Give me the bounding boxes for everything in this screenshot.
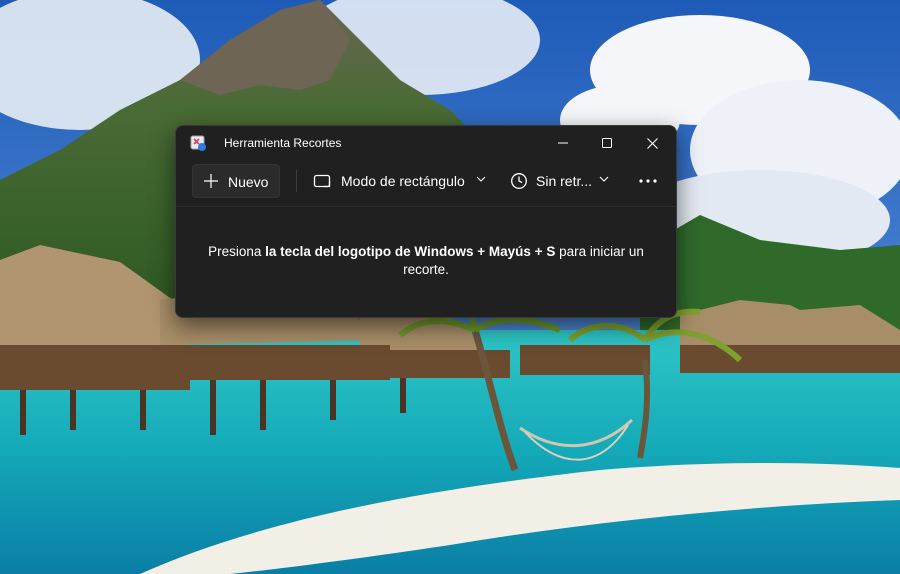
hint-prefix: Presiona — [208, 244, 266, 259]
snipping-tool-icon — [190, 135, 206, 151]
new-snip-button[interactable]: Nuevo — [192, 164, 280, 198]
toolbar: Nuevo Modo de rectángulo Sin retr... — [176, 160, 676, 206]
snip-mode-dropdown[interactable]: Modo de rectángulo — [313, 164, 493, 198]
toolbar-separator — [296, 170, 297, 192]
hint-shortcut: la tecla del logotipo de Windows + Mayús… — [265, 244, 556, 259]
rectangle-mode-icon — [313, 174, 331, 188]
content-area: Presiona la tecla del logotipo de Window… — [176, 207, 676, 317]
snipping-tool-window: Herramienta Recortes Nuevo Modo de rectá… — [175, 125, 677, 318]
title-bar[interactable]: Herramienta Recortes — [176, 126, 676, 160]
delay-label: Sin retr... — [536, 173, 593, 189]
more-options-button[interactable] — [634, 169, 662, 193]
window-title: Herramienta Recortes — [224, 136, 342, 150]
chevron-down-icon — [599, 176, 609, 182]
clock-icon — [511, 173, 527, 189]
close-icon — [646, 137, 658, 149]
minimize-icon — [558, 142, 568, 144]
close-button[interactable] — [629, 126, 675, 160]
new-snip-label: Nuevo — [228, 174, 269, 190]
desktop: Herramienta Recortes Nuevo Modo de rectá… — [0, 0, 900, 574]
plus-icon — [204, 174, 218, 188]
shortcut-hint: Presiona la tecla del logotipo de Window… — [196, 243, 656, 279]
minimize-button[interactable] — [540, 126, 586, 160]
maximize-button[interactable] — [584, 126, 630, 160]
delay-dropdown[interactable]: Sin retr... — [510, 164, 615, 198]
maximize-icon — [602, 138, 612, 148]
snip-mode-label: Modo de rectángulo — [341, 173, 465, 189]
chevron-down-icon — [476, 176, 486, 182]
more-dots-icon — [639, 179, 657, 183]
